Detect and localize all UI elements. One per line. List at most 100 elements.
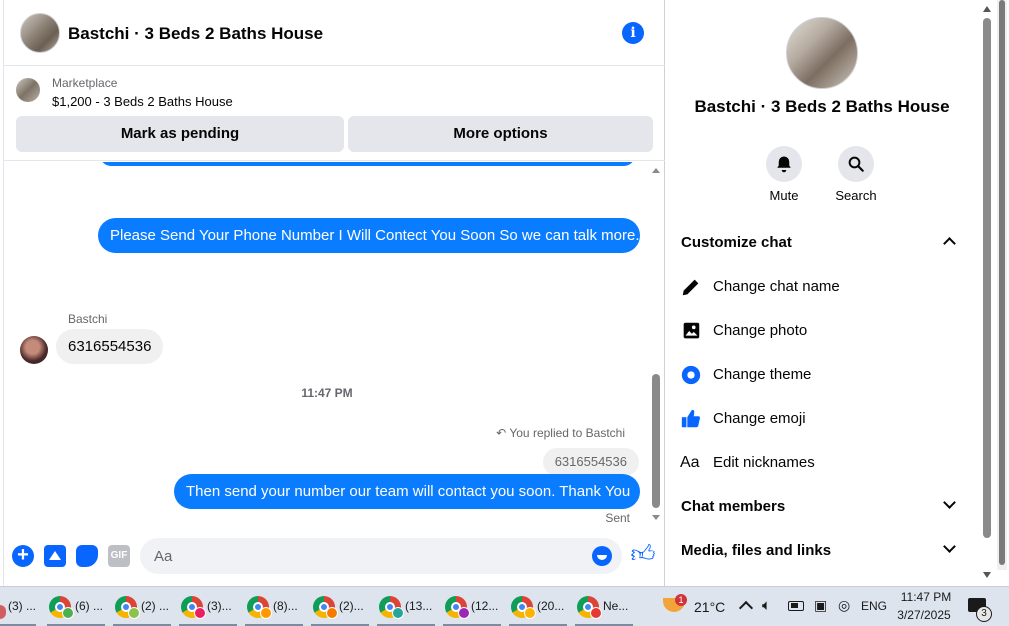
plus-icon[interactable]: + [12, 545, 34, 567]
taskbar-item[interactable]: Ne... [575, 587, 637, 626]
scroll-up-arrow-icon[interactable] [652, 168, 660, 173]
messenger-window: Bastchi · 3 Beds 2 Baths House i Marketp… [0, 0, 1009, 626]
taskbar-item-label: (2)... [339, 599, 364, 613]
listing-thumbnail[interactable] [16, 78, 40, 102]
profile-badge-icon [128, 607, 140, 619]
image-icon [680, 320, 702, 342]
taskbar-item-label: (2) ... [141, 599, 170, 613]
panel-scrollbar-thumb[interactable] [983, 18, 991, 538]
sender-avatar[interactable] [20, 336, 48, 364]
outgoing-message[interactable]: Then send your number our team will cont… [174, 474, 640, 509]
profile-badge-icon [62, 607, 74, 619]
chat-pane: Bastchi · 3 Beds 2 Baths House i Marketp… [3, 0, 665, 586]
battery-icon[interactable] [788, 601, 804, 611]
profile-badge-icon [260, 607, 272, 619]
taskbar-item[interactable]: (3) ... [0, 587, 40, 626]
change-chat-name-item[interactable]: Change chat name [666, 265, 978, 309]
chat-members-section[interactable]: Chat members [666, 485, 978, 529]
panel-title: Bastchi · 3 Beds 2 Baths House [694, 97, 950, 116]
taskbar-item-label: (3)... [207, 599, 232, 613]
message-list: Please Send Your Phone Number I Will Con… [4, 162, 665, 530]
mute-label: Mute [769, 188, 799, 203]
taskbar-item[interactable]: (2) ... [113, 587, 175, 626]
speaker-icon[interactable]: 🔈︎ [762, 597, 771, 614]
chevron-up-icon[interactable] [943, 237, 956, 250]
change-emoji-label: Change emoji [713, 410, 806, 427]
taskbar-item[interactable]: (13... [377, 587, 439, 626]
profile-badge-icon [392, 607, 404, 619]
wifi-icon[interactable]: ◎ [838, 597, 850, 614]
message-bubble-partial [100, 162, 635, 166]
clock-date[interactable]: 3/27/2025 [893, 608, 955, 622]
outgoing-message[interactable]: Please Send Your Phone Number I Will Con… [98, 218, 640, 253]
chat-header: Bastchi · 3 Beds 2 Baths House i [4, 0, 665, 66]
sticker-icon[interactable] [76, 545, 98, 567]
chevron-up-icon[interactable] [738, 600, 754, 616]
reply-note-text: You replied to Bastchi [509, 426, 625, 440]
taskbar-item[interactable]: (3)... [179, 587, 241, 626]
customize-chat-section[interactable]: Customize chat [666, 221, 978, 265]
change-theme-label: Change theme [713, 366, 812, 383]
thumbs-up-icon [680, 408, 702, 430]
scroll-up-arrow-icon[interactable] [983, 6, 991, 12]
reply-arrow-icon: ↶ [496, 426, 507, 440]
scrollbar-thumb[interactable] [652, 374, 660, 508]
search-icon[interactable] [838, 146, 874, 182]
search-label: Search [835, 188, 877, 203]
thumbs-up-icon[interactable]: 👍︎ [630, 542, 656, 568]
more-options-button[interactable]: More options [348, 116, 653, 152]
weather-temperature[interactable]: 21°C [694, 599, 725, 615]
marketplace-banner: Marketplace $1,200 - 3 Beds 2 Baths Hous… [4, 67, 665, 161]
change-emoji-item[interactable]: Change emoji [666, 397, 978, 441]
info-icon[interactable]: i [622, 22, 644, 44]
panel-scrollbar[interactable] [979, 0, 1009, 586]
taskbar-item-label: (13... [405, 599, 433, 613]
taskbar-item[interactable]: (20... [509, 587, 571, 626]
chevron-down-icon[interactable] [943, 496, 956, 509]
camera-icon[interactable]: ▣ [814, 597, 827, 614]
emoji-icon[interactable] [592, 546, 612, 566]
listing-title[interactable]: $1,200 - 3 Beds 2 Baths House [52, 94, 233, 109]
notification-count-badge: 3 [976, 606, 992, 622]
message-scrollbar[interactable] [650, 162, 662, 530]
change-photo-item[interactable]: Change photo [666, 309, 978, 353]
message-input[interactable] [140, 538, 622, 574]
taskbar-item[interactable]: (12... [443, 587, 505, 626]
incoming-message[interactable]: 6316554536 [56, 329, 164, 364]
weather-badge: 1 [675, 594, 687, 606]
taskbar-item-label: (12... [471, 599, 499, 613]
search-button[interactable]: Search [826, 146, 886, 203]
edit-nicknames-item[interactable]: Aa Edit nicknames [666, 441, 978, 485]
mute-button[interactable]: Mute [754, 146, 814, 203]
chat-info-panel: Bastchi · 3 Beds 2 Baths House Mute Sear… [666, 0, 978, 586]
scroll-down-arrow-icon[interactable] [983, 572, 991, 578]
change-theme-item[interactable]: Change theme [666, 353, 978, 397]
theme-icon [680, 364, 702, 386]
mark-as-pending-button[interactable]: Mark as pending [16, 116, 344, 152]
message-composer: + GIF 👍︎ [4, 532, 665, 580]
scroll-down-arrow-icon[interactable] [652, 515, 660, 520]
media-files-links-section[interactable]: Media, files and links [666, 529, 978, 573]
taskbar-item[interactable]: (8)... [245, 587, 307, 626]
taskbar: (3) ... (6) ... (2) ... (3)... (8)... (2… [0, 586, 1009, 626]
change-photo-label: Change photo [713, 322, 808, 339]
page-scrollbar-thumb[interactable] [999, 0, 1005, 565]
chat-title[interactable]: Bastchi · 3 Beds 2 Baths House [68, 24, 323, 44]
photo-icon[interactable] [44, 545, 66, 567]
taskbar-item[interactable]: (6) ... [47, 587, 109, 626]
chat-avatar[interactable] [20, 13, 60, 53]
edit-nicknames-label: Edit nicknames [713, 454, 815, 471]
gif-icon[interactable]: GIF [108, 545, 130, 567]
quoted-message[interactable]: 6316554536 [542, 448, 639, 476]
panel-avatar[interactable] [786, 17, 858, 89]
bell-icon[interactable] [766, 146, 802, 182]
change-chat-name-label: Change chat name [713, 278, 840, 295]
profile-badge-icon [590, 607, 602, 619]
taskbar-item[interactable]: (2)... [311, 587, 373, 626]
profile-badge-icon [0, 605, 6, 619]
clock-time[interactable]: 11:47 PM [897, 590, 955, 604]
chat-members-label: Chat members [681, 498, 786, 515]
chevron-down-icon[interactable] [943, 540, 956, 553]
language-indicator[interactable]: ENG [861, 599, 887, 613]
customize-chat-label: Customize chat [681, 234, 792, 251]
